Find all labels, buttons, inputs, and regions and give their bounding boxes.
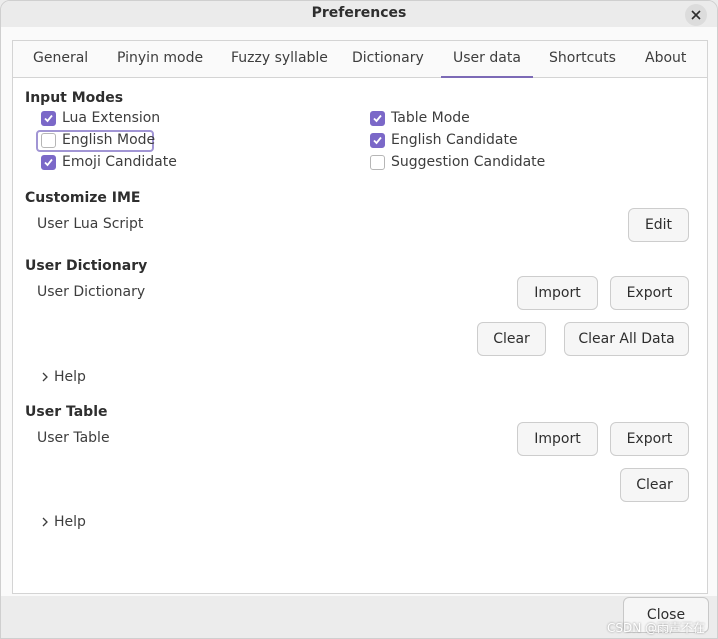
tab-pinyin-mode[interactable]: Pinyin mode [117,50,203,66]
tab-shortcuts[interactable]: Shortcuts [549,50,616,66]
preferences-window: Preferences General Pinyin mode Fuzzy sy… [0,0,718,639]
chevron-right-icon [42,372,48,382]
clear-all-data-button[interactable]: Clear All Data [564,322,689,356]
chevron-right-icon [42,517,48,527]
checkbox-box [370,154,385,170]
checkbox-box [370,110,385,126]
export-dictionary-button[interactable]: Export [610,276,689,310]
input-modes-title: Input Modes [25,90,124,106]
tab-fuzzy-syllable[interactable]: Fuzzy syllable [231,50,328,66]
user-dictionary-title: User Dictionary [25,258,148,274]
window-close-button[interactable] [685,4,707,26]
english-mode-checkbox[interactable]: English Mode [41,132,155,148]
checkbox-label: English Mode [62,132,156,148]
check-icon [44,158,53,166]
checkbox-label: Suggestion Candidate [391,154,546,170]
customize-ime-title: Customize IME [25,190,141,206]
user-table-label: User Table [37,430,110,446]
checkbox-label: Lua Extension [62,110,161,126]
export-table-button[interactable]: Export [610,422,689,456]
suggestion-candidate-checkbox[interactable]: Suggestion Candidate [370,154,545,170]
import-dictionary-button[interactable]: Import [517,276,598,310]
tab-about[interactable]: About [645,50,686,66]
checkbox-box [41,132,56,148]
checkbox-box [41,154,56,170]
tab-bar: General Pinyin mode Fuzzy syllable Dicti… [13,41,707,78]
lua-extension-checkbox[interactable]: Lua Extension [41,110,160,126]
window-title: Preferences [311,5,407,21]
edit-lua-script-button[interactable]: Edit [628,208,689,242]
emoji-candidate-checkbox[interactable]: Emoji Candidate [41,154,177,170]
user-table-title: User Table [25,404,108,420]
tab-user-data[interactable]: User data [441,50,533,78]
checkbox-label: Emoji Candidate [62,154,177,170]
help-label: Help [54,514,86,530]
clear-table-button[interactable]: Clear [620,468,689,502]
import-table-button[interactable]: Import [517,422,598,456]
check-icon [44,114,53,122]
table-mode-checkbox[interactable]: Table Mode [370,110,470,126]
title-bar: Preferences [1,1,717,27]
checkbox-box [370,132,385,148]
watermark: CSDN @雨声不在 [607,621,706,635]
help-label: Help [54,369,86,385]
user-lua-script-label: User Lua Script [37,216,144,232]
dictionary-help-expander[interactable]: Help [41,369,86,385]
checkbox-label: Table Mode [391,110,470,126]
table-help-expander[interactable]: Help [41,514,86,530]
checkbox-box [41,110,56,126]
tab-dictionary[interactable]: Dictionary [352,50,424,66]
checkbox-label: English Candidate [391,132,518,148]
tab-general[interactable]: General [33,50,88,66]
clear-dictionary-button[interactable]: Clear [477,322,546,356]
close-icon [691,10,701,20]
check-icon [373,114,382,122]
check-icon [373,136,382,144]
english-candidate-checkbox[interactable]: English Candidate [370,132,518,148]
user-dictionary-label: User Dictionary [37,284,146,300]
